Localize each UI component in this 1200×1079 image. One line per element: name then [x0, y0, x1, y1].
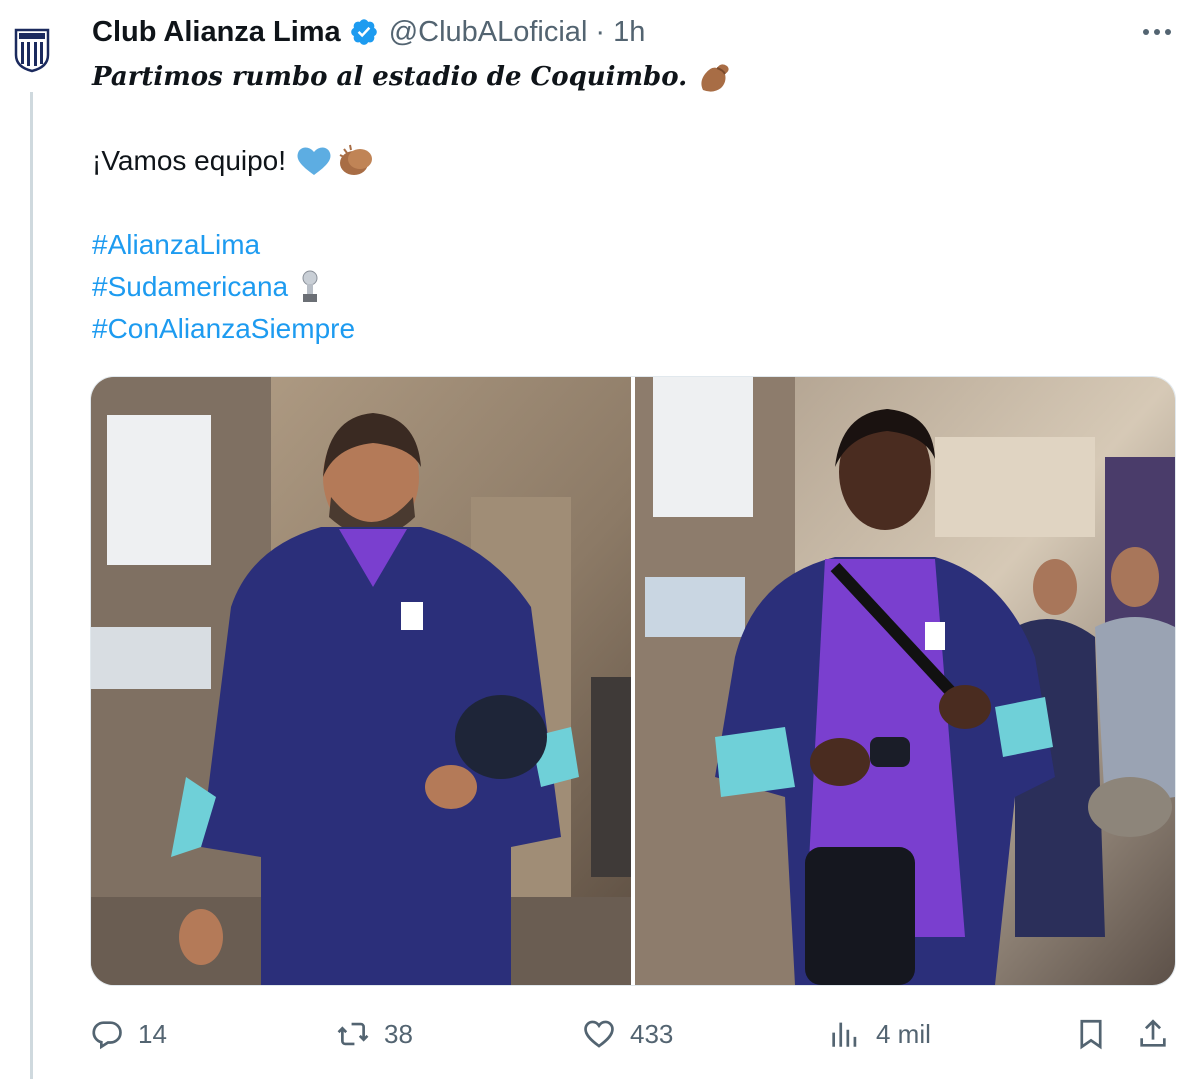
photo-2-image: [635, 377, 1175, 985]
share-icon: [1140, 1019, 1166, 1047]
hashtag-sudamericana[interactable]: #Sudamericana: [92, 266, 288, 308]
heart-icon: [584, 1020, 614, 1048]
tweet-header: Club Alianza Lima @ClubALoficial · 1h: [92, 10, 645, 54]
tweet-line-1-text: Partimos rumbo al estadio de Coquimbo.: [92, 62, 688, 92]
flexed-biceps-icon: [701, 64, 729, 92]
share-button[interactable]: [1136, 1010, 1170, 1058]
hashtag-line-1: #AlianzaLima: [92, 224, 1172, 266]
repost-button[interactable]: 38: [336, 1010, 413, 1058]
tweet-actions: 14 38 433 4 mil: [90, 1010, 1180, 1058]
tweet[interactable]: Club Alianza Lima @ClubALoficial · 1h Pa…: [0, 0, 1200, 1079]
tweet-line-1: Partimos rumbo al estadio de Coquimbo.: [92, 56, 1172, 98]
tweet-line-2-text: ¡Vamos equipo!: [92, 145, 287, 176]
photo-1[interactable]: [91, 377, 631, 985]
alianza-lima-crest-icon: [14, 28, 50, 73]
tweet-timestamp[interactable]: 1h: [613, 16, 645, 49]
tweet-line-2: ¡Vamos equipo!: [92, 140, 1172, 182]
verified-badge-icon: [350, 19, 377, 45]
bookmark-button[interactable]: [1074, 1010, 1108, 1058]
hashtag-conalianzasiempre[interactable]: #ConAlianzaSiempre: [92, 308, 355, 350]
repost-icon: [337, 1022, 369, 1046]
views-bar-chart-icon: [832, 1022, 857, 1047]
author-handle[interactable]: @ClubALoficial: [389, 16, 588, 49]
avatar[interactable]: [10, 28, 54, 73]
photo-2[interactable]: [635, 377, 1175, 985]
hashtag-line-3: #ConAlianzaSiempre: [92, 308, 1172, 350]
hashtag-alianzalima[interactable]: #AlianzaLima: [92, 224, 260, 266]
photo-1-image: [91, 377, 631, 985]
repost-count: 38: [384, 1018, 413, 1049]
views-count: 4 mil: [876, 1018, 931, 1049]
views-button[interactable]: 4 mil: [828, 1010, 931, 1058]
like-count: 433: [630, 1018, 674, 1049]
header-separator: ·: [595, 15, 606, 48]
blue-heart-icon: [297, 147, 331, 175]
author-name[interactable]: Club Alianza Lima: [92, 16, 341, 49]
reply-button[interactable]: 14: [90, 1010, 167, 1058]
reply-count: 14: [138, 1018, 167, 1049]
like-button[interactable]: 433: [582, 1010, 673, 1058]
hashtag-line-2: #Sudamericana: [92, 266, 1172, 308]
tweet-text: Partimos rumbo al estadio de Coquimbo. ¡…: [92, 56, 1172, 350]
media-grid: [90, 376, 1176, 986]
bookmark-icon: [1080, 1019, 1102, 1050]
clapping-hands-icon: [339, 144, 373, 175]
more-options-icon[interactable]: [1140, 22, 1174, 42]
trophy-icon: [302, 270, 318, 302]
thread-line: [30, 92, 33, 1079]
reply-icon: [92, 1021, 122, 1050]
